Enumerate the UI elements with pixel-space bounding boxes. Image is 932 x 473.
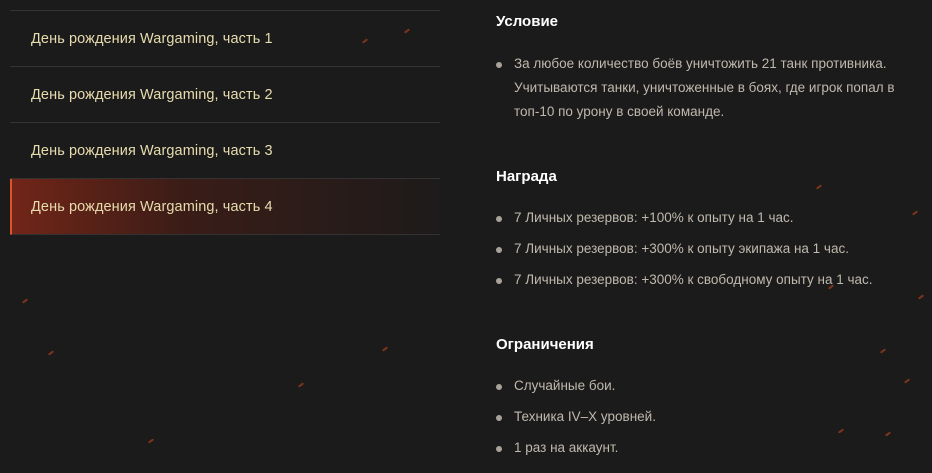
list-item: 7 Личных резервов: +100% к опыту на 1 ча…	[496, 206, 924, 230]
mission-item-part-3[interactable]: День рождения Wargaming, часть 3	[10, 123, 440, 179]
restriction-text: 1 раз на аккаунт.	[514, 440, 619, 455]
condition-text: За любое количество боёв уничтожить 21 т…	[514, 56, 895, 119]
reward-list: 7 Личных резервов: +100% к опыту на 1 ча…	[496, 206, 924, 299]
bullet-dot	[496, 415, 502, 421]
bullet-dot	[496, 62, 502, 68]
list-item: Техника IV–X уровней.	[496, 405, 924, 429]
bullet-dot	[496, 247, 502, 253]
list-item: 7 Личных резервов: +300% к опыту экипажа…	[496, 237, 924, 261]
mission-item-part-4-selected[interactable]: День рождения Wargaming, часть 4	[10, 179, 440, 235]
spark-decoration	[879, 348, 887, 354]
bullet-dot	[496, 384, 502, 390]
mission-item-label: День рождения Wargaming, часть 1	[31, 30, 273, 47]
condition-list: За любое количество боёв уничтожить 21 т…	[496, 52, 924, 124]
condition-title: Условие	[496, 13, 559, 30]
list-item: 7 Личных резервов: +300% к свободному оп…	[496, 268, 924, 292]
spark-decoration	[21, 298, 29, 304]
bullet-dot	[496, 446, 502, 452]
list-item: Случайные бои.	[496, 374, 924, 398]
reward-title: Награда	[496, 168, 557, 185]
list-item: За любое количество боёв уничтожить 21 т…	[496, 52, 924, 124]
mission-item-part-2[interactable]: День рождения Wargaming, часть 2	[10, 67, 440, 123]
mission-item-label: День рождения Wargaming, часть 4	[31, 198, 273, 215]
reward-text: 7 Личных резервов: +300% к свободному оп…	[514, 272, 873, 287]
mission-item-part-1[interactable]: День рождения Wargaming, часть 1	[10, 11, 440, 67]
restriction-text: Техника IV–X уровней.	[514, 409, 656, 424]
spark-decoration	[297, 382, 305, 388]
spark-decoration	[47, 350, 55, 356]
restrictions-title: Ограничения	[496, 336, 594, 353]
spark-decoration	[147, 438, 155, 444]
spark-decoration	[815, 184, 823, 190]
reward-text: 7 Личных резервов: +100% к опыту на 1 ча…	[514, 210, 794, 225]
spark-decoration	[381, 346, 389, 352]
list-item: 1 раз на аккаунт.	[496, 436, 924, 460]
mission-list: День рождения Wargaming, часть 1 День ро…	[10, 10, 440, 235]
restrictions-list: Случайные бои. Техника IV–X уровней. 1 р…	[496, 374, 924, 467]
mission-item-label: День рождения Wargaming, часть 2	[31, 86, 273, 103]
mission-item-label: День рождения Wargaming, часть 3	[31, 142, 273, 159]
reward-text: 7 Личных резервов: +300% к опыту экипажа…	[514, 241, 849, 256]
restriction-text: Случайные бои.	[514, 378, 616, 393]
bullet-dot	[496, 216, 502, 222]
bullet-dot	[496, 278, 502, 284]
